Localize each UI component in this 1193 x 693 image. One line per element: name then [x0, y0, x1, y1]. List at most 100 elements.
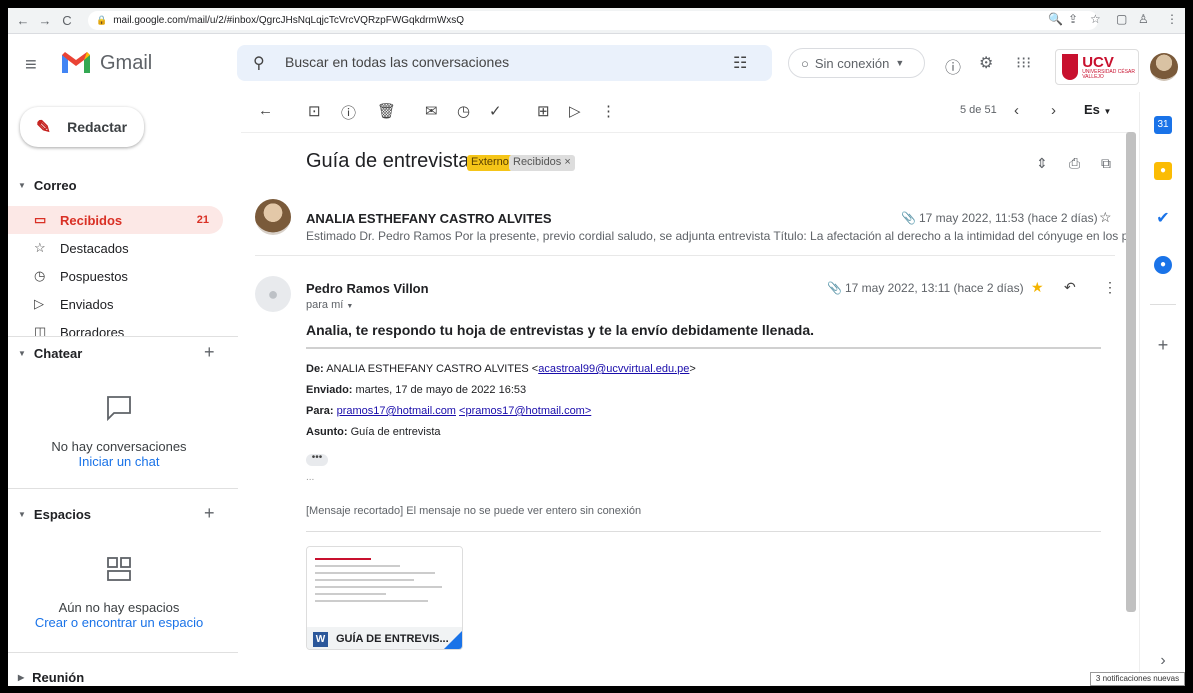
input-language-button[interactable]: Es ▼: [1084, 102, 1111, 117]
contacts-icon[interactable]: ●: [1154, 256, 1172, 274]
lock-icon: 🔒: [96, 15, 108, 25]
collapse-triangle-icon: ▼: [18, 510, 26, 519]
window-icon[interactable]: ▢: [1116, 12, 1127, 26]
attachment-clip-icon: 📎: [901, 211, 916, 225]
tasks-icon[interactable]: ✔: [1154, 210, 1172, 228]
mail-section-header[interactable]: ▼ Correo: [18, 178, 77, 193]
back-arrow-icon[interactable]: ←: [12, 13, 34, 28]
delete-icon[interactable]: 🗑: [377, 102, 396, 120]
offline-label: Sin conexión: [814, 55, 890, 71]
gmail-logo-icon[interactable]: [60, 49, 92, 75]
profile-icon[interactable]: ♙: [1138, 12, 1149, 26]
ucv-shield-icon: [1062, 54, 1079, 80]
to-email-link[interactable]: pramos17@hotmail.com: [337, 405, 456, 417]
sent-label: Enviado:: [306, 384, 353, 396]
label-icon[interactable]: ▷: [569, 102, 581, 120]
search-icon[interactable]: ⚲: [253, 53, 265, 73]
previous-chevron-icon[interactable]: ‹: [1014, 102, 1019, 119]
recipient-details-toggle[interactable]: para mí ▼: [306, 299, 353, 311]
inbox-icon: ▭: [34, 212, 47, 227]
clock-icon: ◷: [34, 268, 46, 283]
show-trimmed-content-button[interactable]: •••: [306, 453, 328, 466]
sidebar-item-starred[interactable]: ☆ Destacados: [8, 234, 223, 262]
more-actions-icon[interactable]: ⋮: [1103, 279, 1117, 296]
message-date: 17 may 2022, 13:11 (hace 2 días): [845, 281, 1024, 295]
search-input[interactable]: [285, 54, 705, 70]
keep-icon[interactable]: ●: [1154, 162, 1172, 180]
sidebar-item-drafts[interactable]: ◫ Borradores: [8, 318, 223, 336]
word-doc-icon: W: [313, 631, 328, 647]
message-snippet[interactable]: Estimado Dr. Pedro Ramos Por la presente…: [306, 229, 1129, 243]
address-bar[interactable]: 🔒 mail.google.com/mail/u/2/#inbox/QgrcJH…: [88, 11, 1098, 30]
sender-avatar[interactable]: ●: [255, 276, 291, 312]
inbox-label-chip[interactable]: Recibidos ×: [509, 155, 575, 171]
attachment-preview: [307, 547, 462, 627]
search-options-icon[interactable]: ☷: [733, 53, 747, 73]
expand-collapse-icon[interactable]: ⇕: [1036, 155, 1048, 172]
start-chat-plus-icon[interactable]: +: [204, 342, 215, 363]
start-chat-link[interactable]: Iniciar un chat: [8, 454, 230, 469]
spaces-section-header[interactable]: ▼ Espacios: [18, 507, 91, 522]
attachment-card[interactable]: W GUÍA DE ENTREVIS...: [306, 546, 463, 650]
expand-panel-chevron-icon[interactable]: ›: [1154, 652, 1172, 670]
chat-section-header[interactable]: ▼ Chatear: [18, 346, 82, 361]
share-icon[interactable]: ⇪: [1068, 12, 1078, 26]
quoted-subject-line: Asunto: Guía de entrevista: [306, 426, 441, 438]
forward-arrow-icon[interactable]: →: [34, 13, 56, 28]
sidebar-item-sent[interactable]: ▷ Enviados: [8, 290, 223, 318]
apps-grid-icon[interactable]: ⁝⁝⁝: [1016, 53, 1031, 73]
screen: ← → C 🔒 mail.google.com/mail/u/2/#inbox/…: [8, 8, 1185, 686]
sidebar-item-snoozed[interactable]: ◷ Pospuestos: [8, 262, 223, 290]
organization-logo[interactable]: UCV UNIVERSIDAD CÉSAR VALLEJO: [1055, 49, 1139, 85]
report-spam-icon[interactable]: ⓘ: [341, 102, 356, 123]
starred-star-icon[interactable]: ★: [1031, 279, 1044, 296]
recipient-label: para mí: [306, 299, 344, 311]
sender-avatar[interactable]: [255, 199, 291, 235]
message-date: 17 may 2022, 11:53 (hace 2 días): [919, 211, 1098, 225]
meet-section-header[interactable]: ▶ Reunión: [18, 670, 84, 685]
sender-name[interactable]: ANALIA ESTHEFANY CASTRO ALVITES: [306, 211, 552, 226]
offline-status-button[interactable]: ○ Sin conexión ▼: [788, 48, 925, 78]
to-email-link-2[interactable]: <pramos17@hotmail.com>: [459, 405, 591, 417]
sender-name[interactable]: Pedro Ramos Villon: [306, 281, 429, 296]
print-icon[interactable]: ⎙: [1069, 155, 1080, 172]
sidebar-item-inbox[interactable]: ▭ Recibidos 21: [8, 206, 223, 234]
snooze-clock-icon[interactable]: ◷: [457, 102, 470, 120]
reload-icon[interactable]: C: [56, 13, 78, 28]
add-addon-plus-icon[interactable]: +: [1154, 336, 1172, 354]
spaces-empty-text: Aún no hay espacios: [58, 600, 180, 615]
create-space-link[interactable]: Crear o encontrar un espacio: [8, 615, 230, 630]
gear-icon[interactable]: ⚙: [979, 53, 993, 73]
divider: [306, 531, 1101, 532]
back-to-inbox-icon[interactable]: ←: [258, 102, 273, 119]
add-task-icon[interactable]: ✓: [489, 102, 502, 120]
calendar-icon[interactable]: 31: [1154, 116, 1172, 134]
zoom-icon[interactable]: 🔍: [1048, 12, 1063, 26]
browser-menu-icon[interactable]: ⋮: [1166, 12, 1178, 26]
from-email-link[interactable]: acastroal99@ucvvirtual.edu.pe: [538, 363, 689, 375]
main-menu-icon[interactable]: ≡: [25, 54, 37, 77]
attachment-clip-icon: 📎: [827, 281, 842, 295]
compose-label: Redactar: [67, 119, 128, 135]
scrollbar[interactable]: [1126, 132, 1136, 612]
bookmark-star-icon[interactable]: ☆: [1090, 12, 1101, 26]
archive-icon[interactable]: ⊡: [308, 102, 321, 120]
add-space-plus-icon[interactable]: +: [204, 503, 215, 524]
from-close: >: [689, 363, 696, 375]
clipped-message-link[interactable]: [Mensaje recortado]: [306, 505, 403, 517]
gmail-brand: Gmail: [100, 52, 153, 74]
account-avatar[interactable]: [1150, 53, 1178, 81]
compose-button[interactable]: ✎ Redactar: [20, 107, 144, 147]
more-options-icon[interactable]: ⋮: [601, 102, 616, 120]
meet-section-label: Reunión: [32, 670, 85, 685]
next-chevron-icon[interactable]: ›: [1051, 102, 1056, 119]
star-icon[interactable]: ☆: [1099, 209, 1112, 226]
url-text: mail.google.com/mail/u/2/#inbox/QgrcJHsN…: [113, 15, 465, 26]
sidebar-item-label: Enviados: [60, 296, 114, 312]
help-icon[interactable]: ⓘ: [945, 54, 961, 78]
notifications-toast[interactable]: 3 notificaciones nuevas: [1090, 672, 1185, 686]
reply-icon[interactable]: ↶: [1064, 279, 1076, 296]
mark-unread-icon[interactable]: ✉: [425, 102, 438, 120]
move-to-icon[interactable]: ⊞: [537, 102, 550, 120]
open-new-window-icon[interactable]: ⧉: [1101, 155, 1111, 172]
